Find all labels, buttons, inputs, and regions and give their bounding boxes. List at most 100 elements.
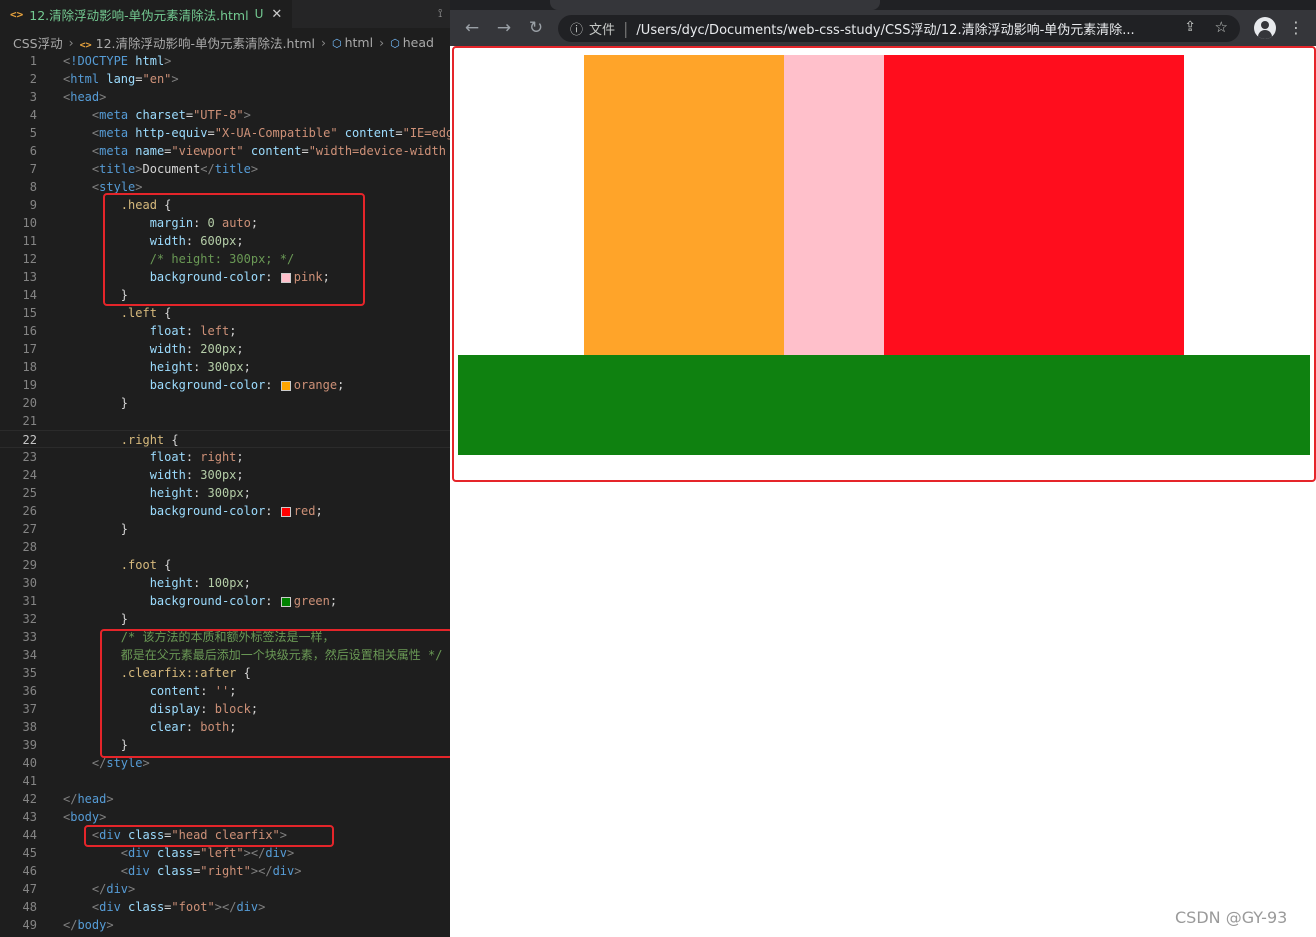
code-token: > — [106, 792, 114, 806]
code-line[interactable]: 17 width: 200px; — [0, 340, 450, 358]
code-token: left — [200, 324, 230, 338]
breadcrumb-item[interactable]: CSS浮动 — [13, 33, 63, 52]
reload-icon[interactable]: ↻ — [524, 16, 548, 40]
code-token: { — [164, 306, 172, 320]
code-line[interactable]: 16 float: left; — [0, 322, 450, 340]
code-line[interactable]: 18 height: 300px; — [0, 358, 450, 376]
color-swatch-icon[interactable] — [280, 380, 291, 391]
file-scheme-label: 文件 — [589, 23, 616, 38]
code-token: background-color — [149, 378, 266, 392]
close-icon[interactable]: ✕ — [271, 7, 282, 22]
breadcrumb-item[interactable]: ⬡ head — [390, 35, 434, 50]
line-number: 40 — [22, 756, 37, 770]
profile-avatar-icon[interactable] — [1254, 17, 1276, 39]
breadcrumb-label: 12.清除浮动影响-单伪元素清除法.html — [95, 35, 315, 51]
html-file-icon: <> — [10, 7, 24, 21]
code-line[interactable]: 28 — [0, 538, 450, 556]
breadcrumb-separator-icon: › — [379, 34, 385, 50]
code-line[interactable]: 7 <title>Document</title> — [0, 160, 450, 178]
code-line[interactable]: 21 — [0, 412, 450, 430]
code-line[interactable]: 23 float: right; — [0, 448, 450, 466]
code-text: </body> — [63, 916, 114, 934]
line-number: 28 — [22, 540, 37, 554]
line-number: 13 — [22, 270, 37, 284]
code-line[interactable]: 4 <meta charset="UTF-8"> — [0, 106, 450, 124]
code-token: name — [135, 144, 165, 158]
code-area[interactable]: 1 <!DOCTYPE html> 2 <html lang="en"> 3 <head>… — [0, 52, 450, 934]
code-token: width — [149, 342, 186, 356]
line-number: 41 — [22, 774, 37, 788]
breadcrumb-item[interactable]: <> 12.清除浮动影响-单伪元素清除法.html — [80, 33, 315, 52]
code-line[interactable]: 24 width: 300px; — [0, 466, 450, 484]
url-text[interactable]: /Users/dyc/Documents/web-css-study/CSS浮动… — [636, 19, 1134, 38]
source-control-icon[interactable]: ⟟ — [438, 6, 442, 21]
breadcrumb-item[interactable]: ⬡ html — [332, 35, 373, 50]
forward-icon[interactable]: → — [492, 16, 516, 40]
code-line[interactable]: 29 .foot { — [0, 556, 450, 574]
code-token: </ — [63, 792, 78, 806]
code-line[interactable]: 42 </head> — [0, 790, 450, 808]
info-icon[interactable]: ⓘ — [570, 19, 583, 38]
line-number: 2 — [29, 72, 37, 86]
code-line[interactable]: 26 background-color: red; — [0, 502, 450, 520]
code-line[interactable]: 47 </div> — [0, 880, 450, 898]
code-line[interactable]: 31 background-color: green; — [0, 592, 450, 610]
code-line[interactable]: 22 .right { — [0, 430, 450, 448]
code-line[interactable]: 32 } — [0, 610, 450, 628]
code-token: meta — [99, 108, 136, 122]
code-token: body — [77, 918, 107, 932]
code-line[interactable]: 49 </body> — [0, 916, 450, 934]
code-line[interactable]: 27 } — [0, 520, 450, 538]
line-number: 5 — [29, 126, 37, 140]
color-swatch-icon[interactable] — [280, 506, 291, 517]
address-bar[interactable]: ⓘ 文件 | /Users/dyc/Documents/web-css-stud… — [558, 15, 1240, 42]
code-line[interactable]: 6 <meta name="viewport" content="width=d… — [0, 142, 450, 160]
line-number: 8 — [29, 180, 37, 194]
code-token: background-color — [149, 594, 266, 608]
kebab-menu-icon[interactable]: ⋮ — [1288, 17, 1304, 39]
code-token: "viewport" — [171, 144, 251, 158]
line-number: 11 — [22, 234, 37, 248]
bookmark-star-icon[interactable]: ☆ — [1215, 18, 1228, 36]
code-token: div — [106, 882, 129, 896]
line-number: 31 — [22, 594, 37, 608]
code-token: 300px — [207, 360, 244, 374]
code-line[interactable]: 1 <!DOCTYPE html> — [0, 52, 450, 70]
code-token: ; — [229, 324, 237, 338]
code-token: height — [149, 576, 194, 590]
browser-toolbar: ← → ↻ ⓘ 文件 | /Users/dyc/Documents/web-cs… — [450, 10, 1316, 46]
breadcrumb-label: CSS浮动 — [13, 35, 63, 51]
code-token: ; — [236, 450, 244, 464]
code-line[interactable]: 48 <div class="foot"></div> — [0, 898, 450, 916]
code-token: !DOCTYPE — [70, 54, 136, 68]
code-line[interactable]: 3 <head> — [0, 88, 450, 106]
code-token: ; — [329, 594, 338, 608]
code-token: class — [156, 864, 194, 878]
code-line[interactable]: 30 height: 100px; — [0, 574, 450, 592]
code-token: : — [185, 324, 201, 338]
cube-icon: ⬡ — [332, 36, 342, 50]
code-line[interactable]: 19 background-color: orange; — [0, 376, 450, 394]
code-line[interactable]: 43 <body> — [0, 808, 450, 826]
code-token: charset — [135, 108, 186, 122]
color-swatch-icon[interactable] — [280, 596, 291, 607]
code-token: </ — [200, 162, 215, 176]
code-token: class — [128, 900, 165, 914]
code-line[interactable]: 2 <html lang="en"> — [0, 70, 450, 88]
code-line[interactable]: 20 } — [0, 394, 450, 412]
share-icon[interactable]: ⇪ — [1184, 19, 1196, 35]
code-token: height — [149, 486, 194, 500]
code-line[interactable]: 15 .left { — [0, 304, 450, 322]
code-line[interactable]: 25 height: 300px; — [0, 484, 450, 502]
code-line[interactable]: 5 <meta http-equiv="X-UA-Compatible" con… — [0, 124, 450, 142]
code-line[interactable]: 46 <div class="right"></div> — [0, 862, 450, 880]
code-token: = — [395, 126, 403, 140]
code-token: "X-UA-Compatible" — [214, 126, 345, 140]
code-line[interactable]: 41 — [0, 772, 450, 790]
back-icon[interactable]: ← — [460, 16, 484, 40]
editor-tab[interactable]: <> 12.清除浮动影响-单伪元素清除法.html U ✕ — [0, 0, 292, 28]
code-token: Document — [142, 162, 201, 176]
